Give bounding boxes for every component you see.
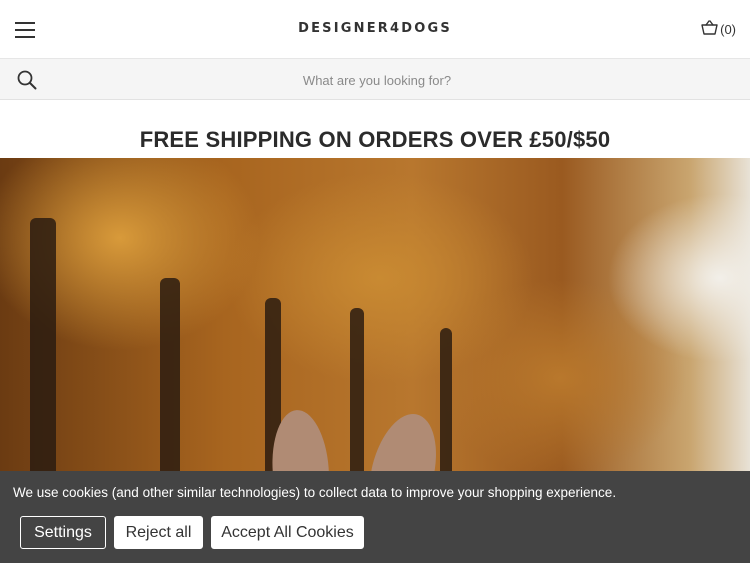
page: DESIGNER4DOGS (0) FREE SHIPPING ON ORDER…	[0, 0, 750, 563]
cookie-consent-banner: We use cookies (and other similar techno…	[0, 471, 750, 563]
search-bar	[0, 58, 750, 100]
cookie-message: We use cookies (and other similar techno…	[13, 485, 617, 500]
search-icon[interactable]	[16, 69, 38, 91]
cart-button[interactable]: (0)	[701, 20, 736, 38]
accept-all-cookies-button[interactable]: Accept All Cookies	[211, 516, 364, 549]
basket-icon	[701, 20, 718, 38]
search-input[interactable]	[50, 65, 704, 95]
free-shipping-banner: FREE SHIPPING ON ORDERS OVER £50/$50	[139, 127, 611, 152]
cookie-settings-button[interactable]: Settings	[20, 516, 106, 549]
cart-count: (0)	[720, 21, 736, 37]
reject-all-button[interactable]: Reject all	[114, 516, 203, 549]
site-logo[interactable]: DESIGNER4DOGS	[0, 21, 750, 36]
site-header: DESIGNER4DOGS (0)	[0, 0, 750, 58]
